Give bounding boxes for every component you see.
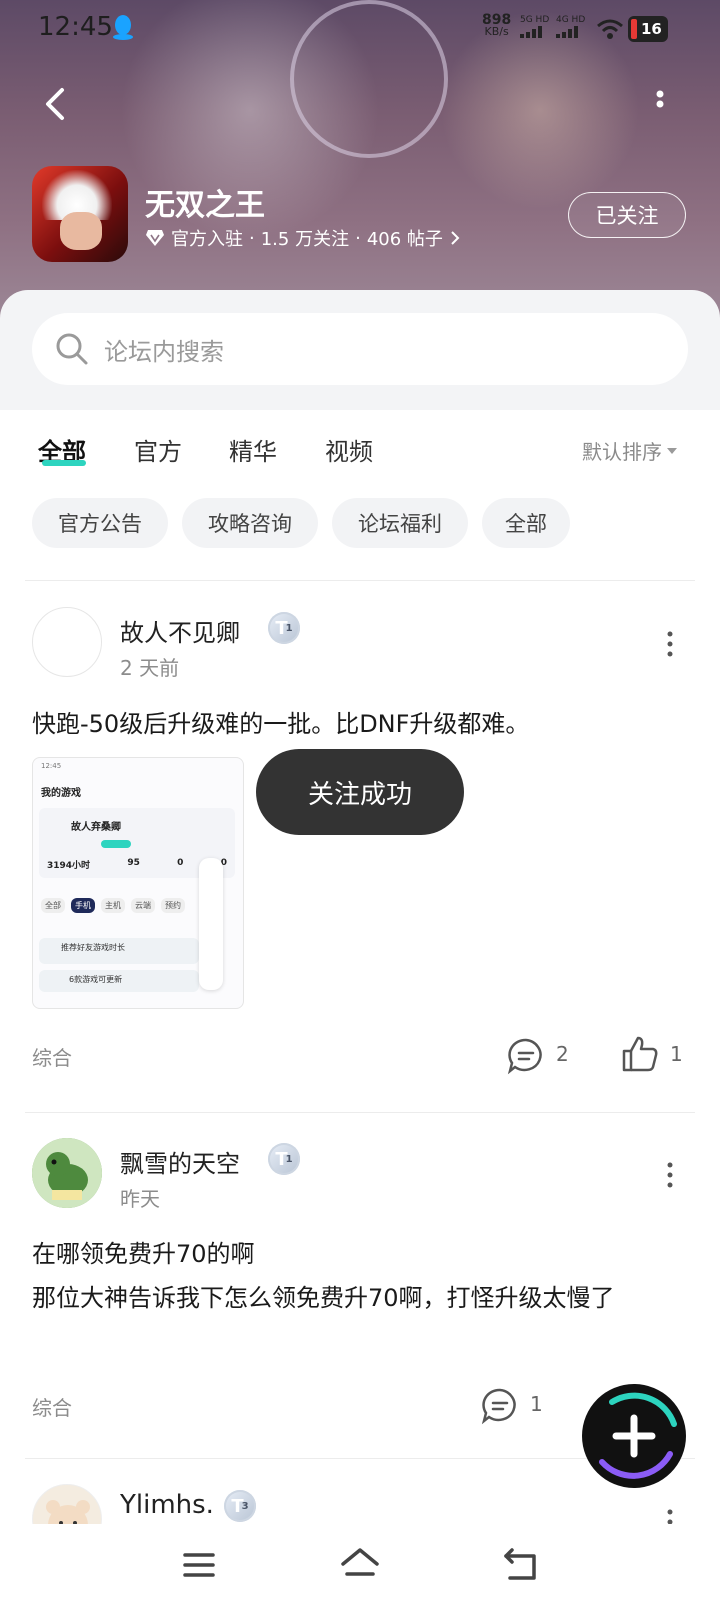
signal-5g: 5G HD — [520, 14, 560, 41]
home-button[interactable] — [340, 1546, 380, 1582]
post-more-button[interactable] — [666, 1161, 674, 1189]
comment-count: 1 — [530, 1392, 543, 1416]
back-button[interactable] — [36, 84, 76, 124]
search-input[interactable]: 论坛内搜索 — [32, 313, 688, 385]
level-badge: T1 — [268, 1143, 300, 1175]
avatar[interactable] — [32, 1138, 102, 1208]
menu-button[interactable] — [182, 1550, 216, 1580]
avatar[interactable] — [32, 607, 102, 677]
game-icon — [32, 166, 128, 262]
post-more-button[interactable] — [666, 630, 674, 658]
more-vertical-icon — [656, 90, 664, 108]
post-body[interactable]: 那位大神告诉我下怎么领免费升70啊，打怪升级太慢了 — [32, 1280, 682, 1316]
thumb-row1: 推荐好友游戏时长 — [39, 938, 199, 964]
like-button[interactable] — [620, 1034, 660, 1074]
chevron-left-icon — [46, 88, 64, 120]
post-tag[interactable]: 综合 — [32, 1392, 72, 1421]
post-author[interactable]: 故人不见卿 — [120, 613, 240, 648]
post-author[interactable]: Ylimhs. — [120, 1490, 214, 1520]
back-nav-button[interactable] — [502, 1548, 540, 1582]
tab-video[interactable]: 视频 — [325, 432, 373, 467]
menu-icon — [183, 1553, 215, 1577]
plus-icon — [612, 1414, 656, 1458]
battery-icon: 16 — [628, 16, 668, 42]
search-icon — [56, 333, 88, 365]
dinosaur-avatar-icon — [32, 1138, 102, 1208]
chip-all[interactable]: 全部 — [482, 498, 570, 548]
return-icon — [504, 1548, 536, 1580]
thumb-header: 我的游戏 — [41, 788, 81, 799]
like-count: 1 — [670, 1042, 683, 1066]
post-title[interactable]: 快跑-50级后升级难的一批。比DNF升级都难。 — [32, 704, 529, 739]
search-placeholder: 论坛内搜索 — [104, 337, 224, 366]
more-vertical-icon — [667, 631, 673, 657]
divider — [25, 1112, 695, 1113]
post-time: 昨天 — [120, 1187, 160, 1211]
forum-meta[interactable]: 官方入驻 · 1.5 万关注 · 406 帖子 — [145, 225, 461, 251]
comment-count: 2 — [556, 1042, 569, 1066]
post-time: 2 天前 — [120, 656, 180, 680]
more-options-button[interactable] — [650, 86, 670, 122]
caret-down-icon — [667, 447, 677, 454]
sort-label: 默认排序 — [582, 440, 662, 464]
post-image[interactable]: 12:45 我的游戏 故人弃桑卿 3194小时 95 0 0 全部 手机 主机 云端 … — [32, 757, 244, 1009]
thumb-row2: 6款游戏可更新 — [39, 970, 199, 992]
net-speed: 898 KB/s — [482, 12, 512, 38]
sort-dropdown[interactable]: 默认排序 — [582, 436, 678, 465]
comment-button[interactable] — [506, 1036, 546, 1076]
banner-ring — [290, 0, 448, 158]
follower-count: 1.5 万关注 — [260, 229, 350, 250]
followed-button[interactable]: 已关注 — [568, 192, 686, 238]
post-count: 406 帖子 — [366, 229, 443, 250]
chevron-right-icon — [451, 231, 460, 245]
tab-featured[interactable]: 精华 — [229, 432, 277, 467]
status-time: 12:45 — [38, 12, 113, 42]
comment-icon — [481, 1388, 516, 1425]
thumbs-up-icon — [622, 1036, 658, 1072]
forum-title: 无双之王 — [145, 188, 265, 223]
thumb-pills: 全部 手机 主机 云端 预约 — [41, 898, 185, 913]
tab-indicator — [42, 460, 86, 466]
signal-4g: 4G HD — [556, 14, 596, 41]
post-title[interactable]: 在哪领免费升70的啊 — [32, 1234, 255, 1269]
more-vertical-icon — [667, 1162, 673, 1188]
diamond-icon — [146, 230, 164, 246]
post-tag[interactable]: 综合 — [32, 1042, 72, 1071]
battery-level: 16 — [641, 20, 662, 38]
header-banner — [0, 0, 720, 320]
chip-guides[interactable]: 攻略咨询 — [182, 498, 318, 548]
new-post-fab[interactable] — [582, 1384, 686, 1488]
toast-follow-success: 关注成功 — [256, 749, 464, 835]
level-badge: T3 — [224, 1490, 256, 1522]
qq-icon — [112, 14, 134, 40]
comment-button[interactable] — [480, 1386, 520, 1426]
chip-announcements[interactable]: 官方公告 — [32, 498, 168, 548]
tab-official[interactable]: 官方 — [134, 432, 182, 467]
divider — [25, 580, 695, 581]
thumb-name: 故人弃桑卿 — [71, 822, 121, 833]
level-badge: T1 — [268, 612, 300, 644]
official-label: 官方入驻 — [171, 229, 243, 250]
wifi-icon — [596, 18, 624, 40]
home-icon — [341, 1548, 379, 1576]
post-author[interactable]: 飘雪的天空 — [120, 1144, 240, 1179]
chip-benefits[interactable]: 论坛福利 — [332, 498, 468, 548]
comment-icon — [507, 1038, 542, 1075]
